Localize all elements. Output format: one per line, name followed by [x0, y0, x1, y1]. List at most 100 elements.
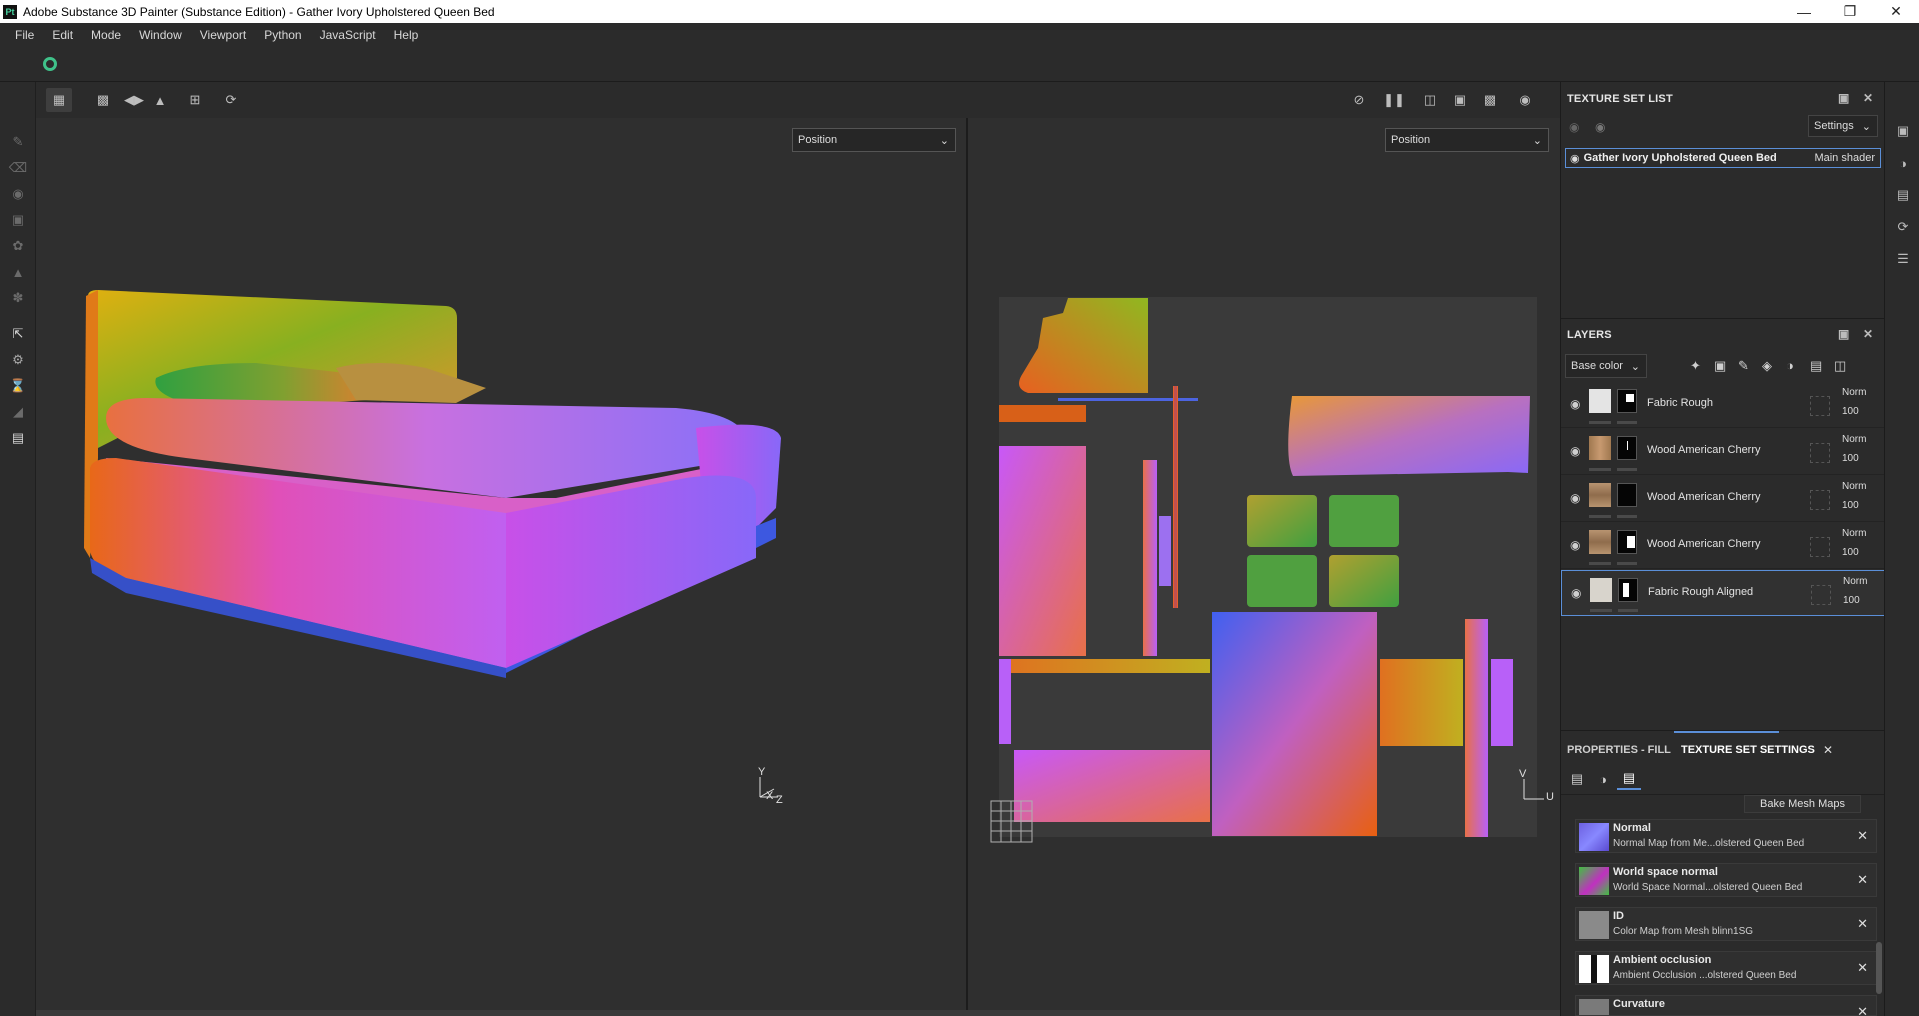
- mesh-map-slot-world-space-normal[interactable]: World space normal World Space Normal...…: [1575, 863, 1877, 897]
- layer-row[interactable]: ◉ Wood American Cherry Norm 100: [1561, 429, 1885, 475]
- mask-thumbnail[interactable]: [1617, 530, 1637, 554]
- tab-properties-fill[interactable]: PROPERTIES - FILL: [1567, 738, 1671, 762]
- layer-name[interactable]: Wood American Cherry: [1647, 491, 1761, 503]
- menu-file[interactable]: File: [6, 28, 43, 42]
- 2d-uv-viewport[interactable]: Position ⌄ V U: [968, 118, 1560, 1010]
- remove-map-icon[interactable]: ✕: [1857, 872, 1868, 888]
- remove-map-icon[interactable]: ✕: [1857, 1004, 1868, 1015]
- close-window-button[interactable]: ✕: [1873, 0, 1919, 23]
- assets-icon[interactable]: ▤: [1894, 186, 1912, 204]
- export-icon[interactable]: ▤: [8, 428, 28, 448]
- mask-thumbnail[interactable]: [1617, 436, 1637, 460]
- close-icon[interactable]: ✕: [1863, 327, 1873, 341]
- add-effect-icon[interactable]: ✦: [1690, 358, 1701, 374]
- remove-map-icon[interactable]: ✕: [1857, 828, 1868, 844]
- mirror-x-icon[interactable]: ◀▶: [121, 88, 147, 112]
- menu-javascript[interactable]: JavaScript: [311, 28, 385, 42]
- layer-effect-slot[interactable]: [1810, 396, 1830, 416]
- blend-mode[interactable]: Norm: [1842, 528, 1866, 539]
- maximize-button[interactable]: ❐: [1827, 0, 1873, 23]
- layer-name[interactable]: Wood American Cherry: [1647, 444, 1761, 456]
- mesh-map-slot-id[interactable]: ID Color Map from Mesh blinn1SG ✕: [1575, 907, 1877, 941]
- settings-gear-icon[interactable]: ⚙: [8, 350, 28, 370]
- blend-mode[interactable]: Norm: [1842, 387, 1866, 398]
- pause-icon[interactable]: ❚❚: [1381, 88, 1407, 112]
- blend-mode[interactable]: Norm: [1842, 434, 1866, 445]
- log-icon[interactable]: ☰: [1894, 250, 1912, 268]
- single-view-icon[interactable]: ▦: [46, 88, 72, 112]
- 3d-viewport[interactable]: Position ⌄ Y X Z: [36, 118, 966, 1010]
- uv-icon[interactable]: ◢: [8, 402, 28, 422]
- layer-stack-icon[interactable]: ▤: [1565, 768, 1589, 790]
- history-icon[interactable]: ⟳: [1894, 218, 1912, 236]
- mask-thumbnail[interactable]: [1617, 389, 1637, 413]
- fill-layer-icon[interactable]: ◈: [1762, 358, 1772, 374]
- projection-icon[interactable]: ◉: [8, 184, 28, 204]
- channel-select[interactable]: Base color ⌄: [1565, 354, 1647, 378]
- minimize-button[interactable]: —: [1781, 0, 1827, 23]
- camera-icon[interactable]: ▩: [1477, 88, 1503, 112]
- layer-effect-slot[interactable]: [1810, 443, 1830, 463]
- screenshot-icon[interactable]: ◉: [1512, 88, 1538, 112]
- remove-map-icon[interactable]: ✕: [1857, 960, 1868, 976]
- mask-thumbnail[interactable]: [1618, 578, 1638, 602]
- mesh-map-slot-curvature[interactable]: Curvature ✕: [1575, 995, 1877, 1016]
- display-cube-icon[interactable]: ▣: [1447, 88, 1473, 112]
- opacity-value[interactable]: 100: [1842, 500, 1859, 511]
- sync-icon[interactable]: [43, 57, 57, 71]
- layer-row[interactable]: ◉ Fabric Rough Norm 100: [1561, 382, 1885, 428]
- close-icon[interactable]: ✕: [1863, 91, 1873, 105]
- eraser-icon[interactable]: ⌫: [8, 158, 28, 178]
- mirror-y-icon[interactable]: ▲: [147, 88, 173, 112]
- smart-material-icon[interactable]: ◑: [1786, 358, 1794, 373]
- visibility-eye-icon[interactable]: ◉: [1570, 152, 1580, 165]
- tab-texture-set-settings[interactable]: TEXTURE SET SETTINGS: [1681, 738, 1815, 762]
- texture-set-item[interactable]: ◉ Gather Ivory Upholstered Queen Bed Mai…: [1565, 148, 1881, 168]
- texture-set-shader[interactable]: Main shader: [1814, 152, 1875, 164]
- undock-icon[interactable]: ▣: [1838, 91, 1850, 105]
- layer-name[interactable]: Fabric Rough Aligned: [1648, 586, 1753, 598]
- layer-effect-slot[interactable]: [1810, 537, 1830, 557]
- mesh-maps-icon[interactable]: ▤: [1617, 768, 1641, 790]
- add-folder-icon[interactable]: ▤: [1810, 358, 1822, 374]
- close-tab-icon[interactable]: ✕: [1823, 743, 1833, 757]
- history-icon[interactable]: ⟳: [218, 88, 244, 112]
- layer-effect-slot[interactable]: [1811, 585, 1831, 605]
- menu-viewport[interactable]: Viewport: [191, 28, 255, 42]
- menu-edit[interactable]: Edit: [43, 28, 82, 42]
- visibility-eye-icon[interactable]: ◉: [1570, 397, 1580, 411]
- mask-thumbnail[interactable]: [1617, 483, 1637, 507]
- menu-python[interactable]: Python: [255, 28, 310, 42]
- hide-all-icon[interactable]: ◉: [1569, 120, 1579, 134]
- color-picker-icon[interactable]: ✽: [8, 288, 28, 308]
- settings-dropdown[interactable]: Settings ⌄: [1808, 115, 1878, 137]
- visibility-eye-icon[interactable]: ◉: [1570, 538, 1580, 552]
- bake-icon[interactable]: ⇱: [8, 324, 28, 344]
- layer-row[interactable]: ◉ Wood American Cherry Norm 100: [1561, 523, 1885, 569]
- undock-icon[interactable]: ▣: [1838, 327, 1850, 341]
- visibility-eye-icon[interactable]: ◉: [1570, 444, 1580, 458]
- paint-layer-icon[interactable]: ✎: [1738, 358, 1749, 374]
- layer-effect-slot[interactable]: [1810, 490, 1830, 510]
- visibility-eye-icon[interactable]: ◉: [1570, 491, 1580, 505]
- delete-layer-icon[interactable]: ◫: [1834, 358, 1846, 374]
- hide-icon[interactable]: ⊘: [1346, 88, 1372, 112]
- material-icon[interactable]: ◑: [1591, 768, 1615, 790]
- multi-view-icon[interactable]: ▩: [90, 88, 116, 112]
- remove-map-icon[interactable]: ✕: [1857, 916, 1868, 932]
- menu-help[interactable]: Help: [385, 28, 428, 42]
- mesh-map-slot-normal[interactable]: Normal Normal Map from Me...olstered Que…: [1575, 819, 1877, 853]
- opacity-value[interactable]: 100: [1842, 406, 1859, 417]
- mesh-map-slot-ambient-occlusion[interactable]: Ambient occlusion Ambient Occlusion ...o…: [1575, 951, 1877, 985]
- visibility-eye-icon[interactable]: ◉: [1571, 586, 1581, 600]
- blend-mode[interactable]: Norm: [1843, 576, 1867, 587]
- smudge-icon[interactable]: ✿: [8, 236, 28, 256]
- add-mask-icon[interactable]: ▣: [1714, 358, 1726, 374]
- split-view-icon[interactable]: ◫: [1417, 88, 1443, 112]
- paint-brush-icon[interactable]: ✎: [8, 132, 28, 152]
- geometry-mask-icon[interactable]: ▣: [8, 210, 28, 230]
- timer-icon[interactable]: ⌛: [8, 376, 28, 396]
- blend-mode[interactable]: Norm: [1842, 481, 1866, 492]
- scrollbar-thumb[interactable]: [1876, 942, 1882, 994]
- layer-row[interactable]: ◉ Wood American Cherry Norm 100: [1561, 476, 1885, 522]
